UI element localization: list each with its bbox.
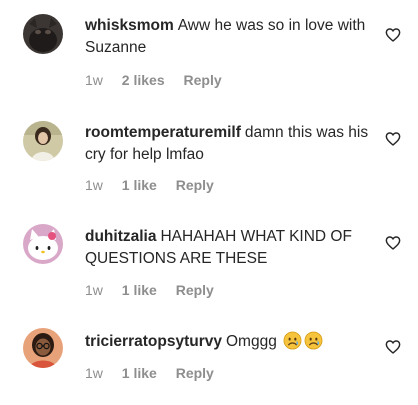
avatar[interactable] — [23, 328, 63, 368]
avatar[interactable] — [23, 14, 63, 54]
comment-body: duhitzalia HAHAHAH WHAT KIND OF QUESTIONS… — [85, 226, 370, 270]
comment-body: tricierratopsyturvy Omggg — [85, 331, 370, 353]
reply-button[interactable]: Reply — [176, 365, 214, 381]
comment-body: roomtemperaturemilf damn this was his cry… — [85, 122, 370, 166]
comment-time[interactable]: 1w — [85, 72, 103, 88]
dark-cat-avatar-icon — [23, 14, 63, 54]
avatar[interactable] — [23, 224, 63, 264]
heart-outline-icon[interactable] — [385, 235, 401, 251]
person-glasses-avatar-icon — [23, 328, 63, 368]
comment-username[interactable]: roomtemperaturemilf — [85, 124, 241, 141]
comment-body: whisksmom Aww he was so in love with Suza… — [85, 15, 370, 59]
comment-likes[interactable]: 2 likes — [122, 72, 165, 88]
sad-face-emoji-icon — [283, 331, 302, 350]
reply-button[interactable]: Reply — [176, 177, 214, 193]
heart-outline-icon[interactable] — [385, 27, 401, 43]
hello-kitty-avatar-icon — [23, 224, 63, 264]
comment-meta: 1w 1 like Reply — [85, 282, 229, 298]
comment-time[interactable]: 1w — [85, 282, 103, 298]
comment-time[interactable]: 1w — [85, 365, 103, 381]
comment-username[interactable]: duhitzalia — [85, 228, 156, 245]
comment-username[interactable]: whisksmom — [85, 17, 174, 34]
comment-meta: 1w 1 like Reply — [85, 365, 229, 381]
heart-outline-icon[interactable] — [385, 131, 401, 147]
reply-button[interactable]: Reply — [176, 282, 214, 298]
comment-time[interactable]: 1w — [85, 177, 103, 193]
portrait-avatar-icon — [23, 121, 63, 161]
reply-button[interactable]: Reply — [184, 72, 222, 88]
comment-username[interactable]: tricierratopsyturvy — [85, 333, 222, 350]
comment-likes[interactable]: 1 like — [122, 282, 157, 298]
comment-likes[interactable]: 1 like — [122, 177, 157, 193]
comment-meta: 1w 2 likes Reply — [85, 72, 237, 88]
avatar[interactable] — [23, 121, 63, 161]
comment-meta: 1w 1 like Reply — [85, 177, 229, 193]
heart-outline-icon[interactable] — [385, 339, 401, 355]
comment-likes[interactable]: 1 like — [122, 365, 157, 381]
comment-text: Omggg — [225, 333, 277, 350]
sad-face-emoji-icon — [304, 331, 323, 350]
comment-thread: whisksmom Aww he was so in love with Suza… — [0, 0, 418, 405]
